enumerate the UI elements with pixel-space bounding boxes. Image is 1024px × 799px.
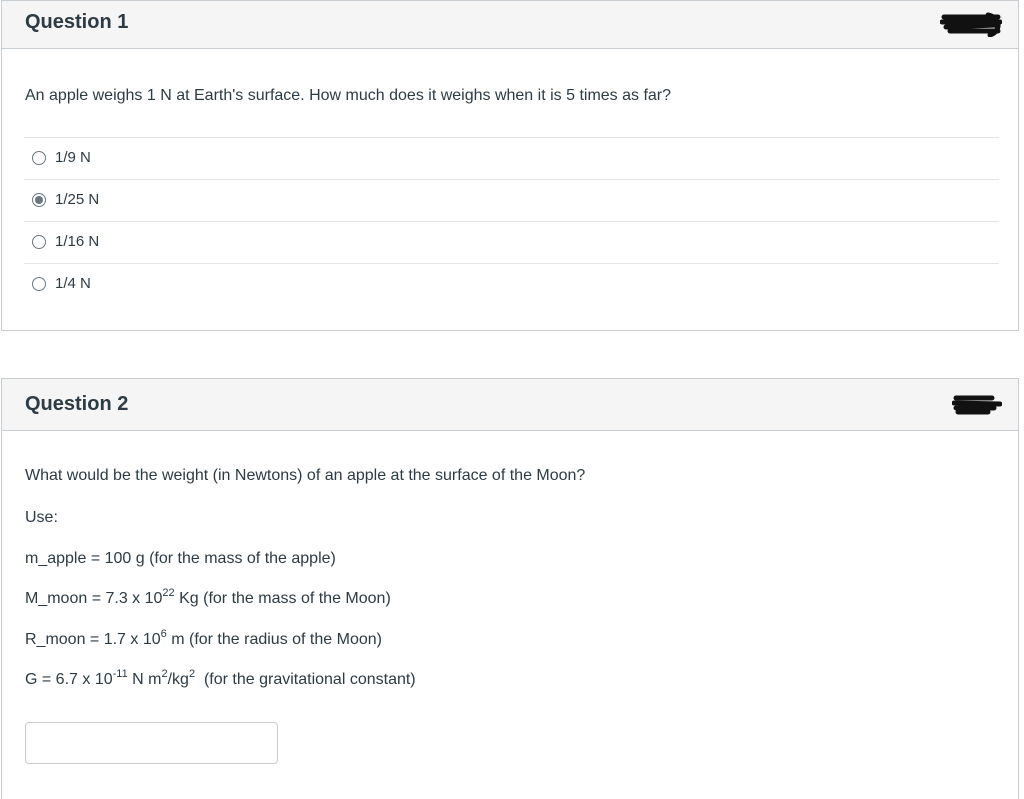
answer-option[interactable]: 1/4 N (24, 263, 999, 305)
redaction-scribble-icon (940, 12, 1002, 37)
question-1-title: Question 1 (25, 11, 129, 33)
r-moon-line: R_moon = 1.7 x 106 m (for the radius of … (25, 627, 382, 648)
use-label: Use: (25, 509, 58, 526)
answer-label: 1/9 N (55, 149, 91, 166)
radio-button-selected[interactable] (32, 193, 46, 207)
question-2-title: Question 2 (25, 393, 129, 415)
m-apple-line: m_apple = 100 g (for the mass of the app… (25, 550, 336, 567)
answer-label: 1/25 N (55, 191, 100, 208)
question-2-prompt: What would be the weight (in Newtons) of… (25, 467, 586, 484)
m-moon-line: M_moon = 7.3 x 1022 Kg (for the mass of … (25, 586, 391, 607)
answer-input[interactable] (25, 722, 278, 764)
question-1-header: Question 1 (2, 1, 1018, 49)
radio-button[interactable] (32, 235, 46, 249)
question-1-prompt: An apple weighs 1 N at Earth's surface. … (25, 87, 672, 104)
answer-option[interactable]: 1/25 N (24, 179, 999, 221)
question-1-card: Question 1 An apple weighs 1 N at Earth'… (1, 0, 1019, 331)
answer-label: 1/16 N (55, 233, 100, 250)
question-2-header: Question 2 (2, 379, 1018, 431)
redaction-scribble-icon (952, 395, 1002, 415)
answer-option[interactable]: 1/16 N (24, 221, 999, 263)
question-1-answers: 1/9 N 1/25 N 1/16 N 1/4 N (24, 137, 999, 305)
answer-option[interactable]: 1/9 N (24, 137, 999, 179)
answer-label: 1/4 N (55, 275, 91, 292)
question-2-card: Question 2 What would be the weight (in … (1, 378, 1019, 799)
g-constant-line: G = 6.7 x 10-11 N m2/kg2 (for the gravit… (25, 667, 416, 688)
radio-button[interactable] (32, 277, 46, 291)
radio-button[interactable] (32, 151, 46, 165)
